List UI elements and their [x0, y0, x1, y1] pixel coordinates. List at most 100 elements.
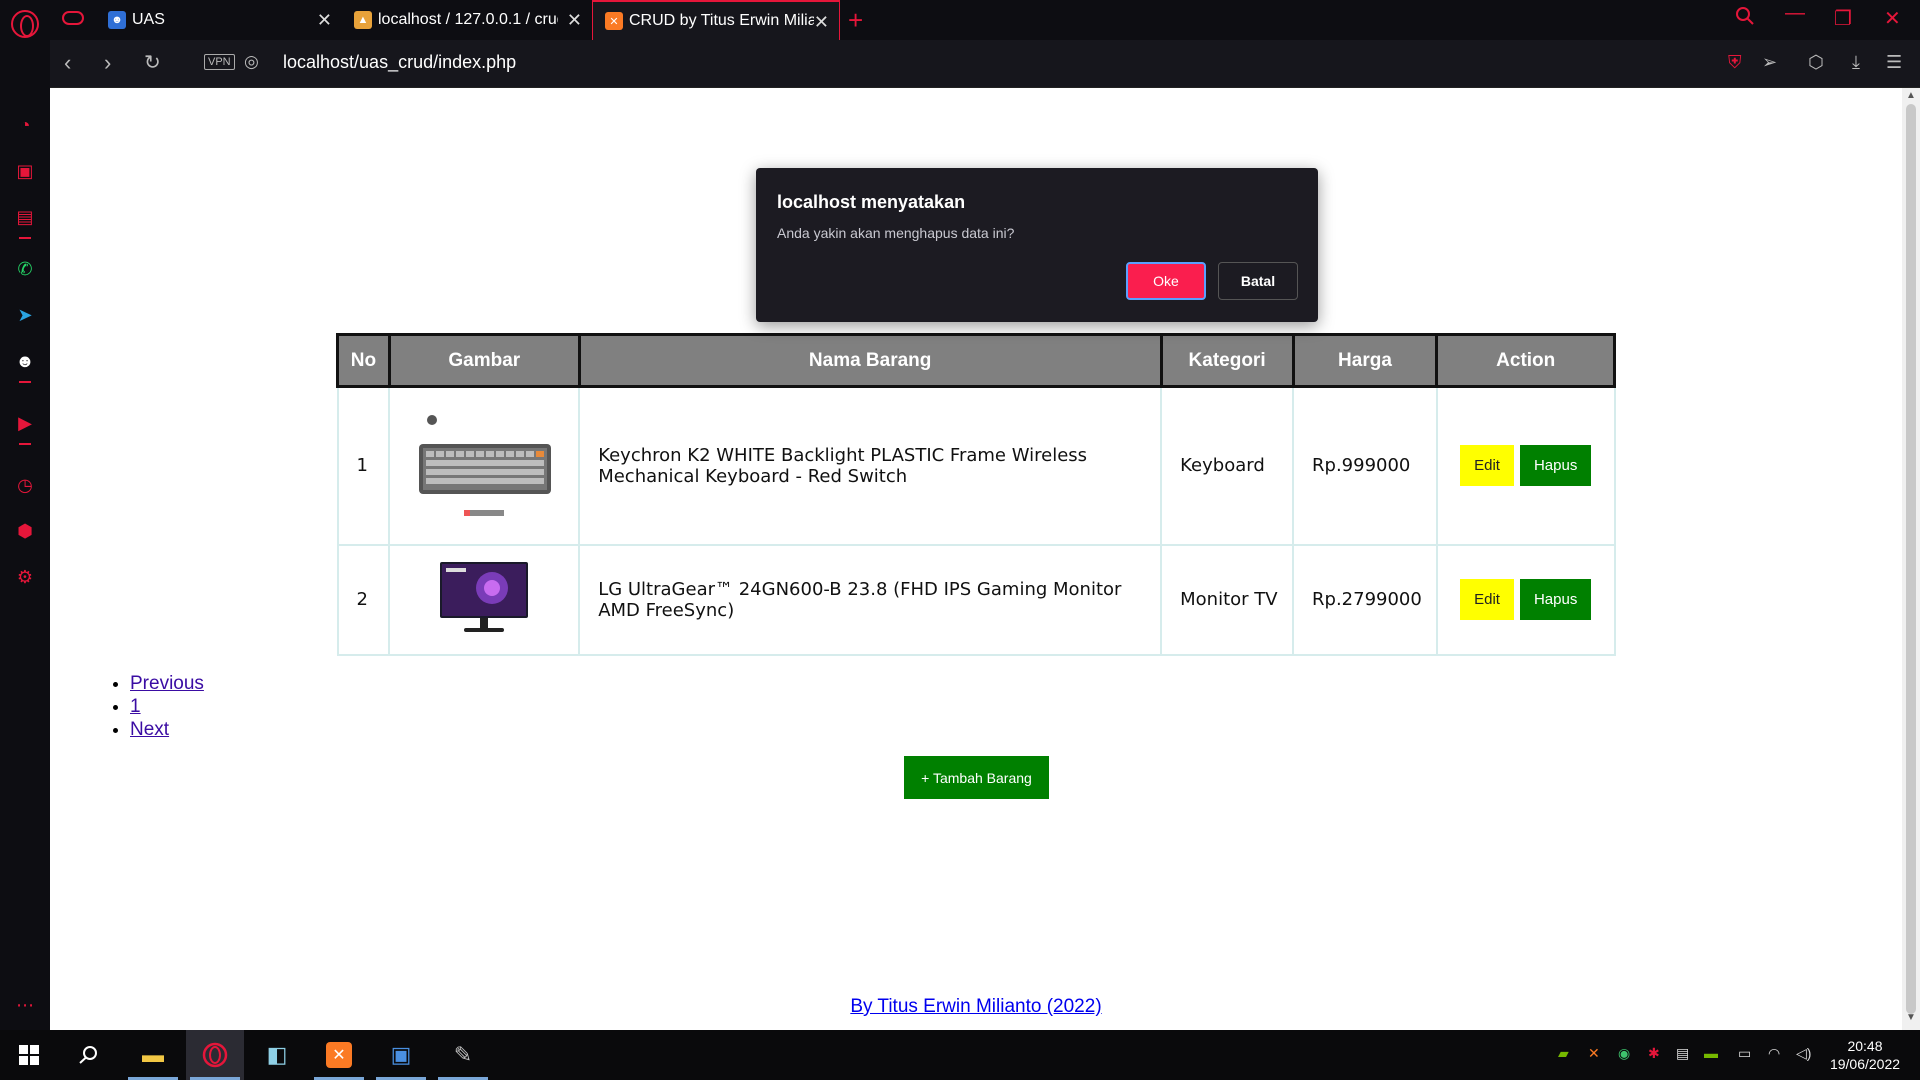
pagination-item: Next [130, 719, 204, 742]
column-header: No [336, 333, 391, 388]
volume-icon[interactable]: ◁) [1796, 1045, 1811, 1062]
discord-icon[interactable]: ☻ [12, 348, 38, 374]
download-icon[interactable]: ⤓ [1852, 52, 1860, 73]
page-link[interactable]: 1 [130, 696, 141, 717]
app-window-icon[interactable]: ▣ [372, 1030, 430, 1080]
send-icon[interactable]: ➢ [1762, 52, 1777, 73]
previous-link[interactable]: Previous [130, 673, 204, 694]
adblock-shield-icon[interactable]: ⛨ [1728, 52, 1742, 73]
item-name: LG UltraGear™ 24GN600-B 23.8 (FHD IPS Ga… [578, 543, 1163, 656]
tab-title: CRUD by Titus Erwin Milian [629, 12, 814, 29]
close-icon[interactable]: ✕ [814, 12, 829, 33]
opera-gx-taskbar-icon[interactable] [186, 1030, 244, 1080]
player-icon[interactable]: ▶ [12, 410, 38, 436]
table-row: 2 LG UltraGear™ 24GN600-B 23.8 (FHD IPS … [336, 543, 1616, 656]
search-icon[interactable] [60, 1030, 118, 1080]
wifi-icon[interactable]: ◠ [1768, 1045, 1780, 1062]
edit-button[interactable]: Edit [1460, 445, 1514, 487]
vpn-badge[interactable]: VPN [204, 54, 235, 70]
globe-icon: ◎ [244, 52, 259, 71]
chrome-tray-icon[interactable]: ◉ [1618, 1045, 1630, 1062]
speed-dial-icon[interactable]: ◔ [12, 112, 38, 138]
clock[interactable]: 20:48 19/06/2022 [1820, 1037, 1910, 1073]
column-header: Nama Barang [577, 333, 1163, 388]
delete-button[interactable]: Hapus [1519, 579, 1592, 620]
close-icon[interactable]: ✕ [317, 10, 332, 31]
taskbar: ▬ ◧ ✕ ▣ ✎ ▰ ✕ ◉ ✱ ▤ ▬ ▭ ◠ ◁) 20:48 19/06… [0, 1030, 1920, 1080]
clock-time: 20:48 [1847, 1038, 1883, 1054]
bag-icon[interactable]: ▣ [12, 158, 38, 184]
keyboard-image [388, 385, 581, 546]
tab-uas[interactable]: ☻ UAS ✕ [96, 0, 342, 40]
file-explorer-icon[interactable]: ▬ [124, 1030, 182, 1080]
row-actions: Edit Hapus [1435, 385, 1616, 546]
windows-start-icon[interactable] [0, 1030, 58, 1080]
close-icon[interactable]: ✕ [567, 10, 582, 31]
column-header: Kategori [1159, 333, 1295, 388]
author-link[interactable]: By Titus Erwin Milianto (2022) [850, 996, 1101, 1017]
whatsapp-icon[interactable]: ✆ [12, 256, 38, 282]
cancel-button[interactable]: Batal [1218, 262, 1298, 300]
table-header-row: No Gambar Nama Barang Kategori Harga Act… [336, 333, 1616, 388]
antivirus-tray-icon[interactable]: ✱ [1648, 1045, 1660, 1062]
confirm-dialog: localhost menyatakan Anda yakin akan men… [756, 168, 1318, 322]
column-header: Harga [1291, 333, 1439, 388]
back-icon[interactable]: ‹ [64, 50, 71, 76]
search-icon[interactable] [1735, 6, 1755, 32]
settings-gear-icon[interactable]: ⚙ [12, 564, 38, 590]
reload-icon[interactable]: ↻ [144, 50, 161, 75]
ok-button[interactable]: Oke [1126, 262, 1206, 300]
tab-phpmyadmin[interactable]: ▲ localhost / 127.0.0.1 / crud_ ✕ [342, 0, 592, 40]
xampp-taskbar-icon[interactable]: ✕ [310, 1030, 368, 1080]
sidebar: ◔ ▣ ▤ ✆ ➤ ☻ ▶ ◷ ⬢ ⚙ ⋯ [0, 40, 50, 1030]
delete-button[interactable]: Hapus [1519, 445, 1592, 487]
column-header: Gambar [387, 333, 581, 388]
close-window-icon[interactable]: ✕ [1884, 6, 1901, 31]
gx-controller-icon[interactable] [62, 10, 84, 28]
gpu-tray-icon[interactable]: ▬ [1704, 1045, 1718, 1061]
tab-crud[interactable]: ✕ CRUD by Titus Erwin Milian ✕ [592, 0, 840, 40]
pagination-item: 1 [130, 696, 204, 719]
restore-icon[interactable]: ❐ [1834, 6, 1852, 31]
minimize-icon[interactable]: — [1785, 2, 1805, 25]
new-tab-plus-icon[interactable]: + [848, 5, 863, 36]
extensions-cube-icon[interactable]: ⬢ [12, 518, 38, 544]
notepad-icon[interactable]: ◧ [248, 1030, 306, 1080]
items-table: No Gambar Nama Barang Kategori Harga Act… [336, 333, 1616, 656]
more-icon[interactable]: ⋯ [12, 992, 38, 1018]
history-icon[interactable]: ◷ [12, 472, 38, 498]
cube-icon[interactable]: ⬡ [1808, 52, 1824, 73]
url-input[interactable]: localhost/uas_crud/index.php [283, 52, 516, 73]
column-header: Action [1435, 333, 1616, 388]
scroll-down-icon[interactable]: ▼ [1906, 1012, 1916, 1023]
item-name: Keychron K2 WHITE Backlight PLASTIC Fram… [578, 385, 1163, 546]
next-link[interactable]: Next [130, 719, 169, 740]
edit-button[interactable]: Edit [1460, 579, 1514, 620]
scrollbar-thumb[interactable] [1906, 104, 1916, 1014]
device-tray-icon[interactable]: ▤ [1676, 1045, 1689, 1062]
easy-setup-icon[interactable]: ☰ [1886, 52, 1902, 73]
tab-bar: ☻ UAS ✕ ▲ localhost / 127.0.0.1 / crud_ … [0, 0, 1920, 40]
telegram-icon[interactable]: ➤ [12, 302, 38, 328]
item-price: Rp.999000 [1292, 385, 1438, 546]
dialog-title: localhost menyatakan [777, 192, 966, 212]
add-item-button[interactable]: + Tambah Barang [904, 756, 1049, 799]
twitch-icon[interactable]: ▤ [12, 204, 38, 230]
clock-date: 19/06/2022 [1829, 1056, 1901, 1072]
scroll-up-icon[interactable]: ▲ [1906, 90, 1916, 101]
dialog-message: Anda yakin akan menghapus data ini? [777, 225, 1015, 241]
nvidia-icon[interactable]: ▰ [1558, 1045, 1569, 1062]
monitor-image [388, 543, 581, 656]
item-category: Keyboard [1160, 385, 1295, 546]
opera-logo-icon[interactable] [11, 10, 39, 38]
paint-icon[interactable]: ✎ [434, 1030, 492, 1080]
divider [19, 237, 31, 239]
page-viewport: No Gambar Nama Barang Kategori Harga Act… [50, 88, 1902, 1030]
row-number: 1 [336, 385, 391, 546]
battery-icon[interactable]: ▭ [1738, 1045, 1751, 1062]
tab-title: UAS [132, 11, 165, 28]
user-card-icon: ☻ [108, 11, 126, 29]
page-scrollbar[interactable]: ▲ ▼ [1902, 88, 1920, 1030]
xampp-tray-icon[interactable]: ✕ [1588, 1045, 1600, 1062]
forward-icon[interactable]: › [104, 50, 111, 76]
